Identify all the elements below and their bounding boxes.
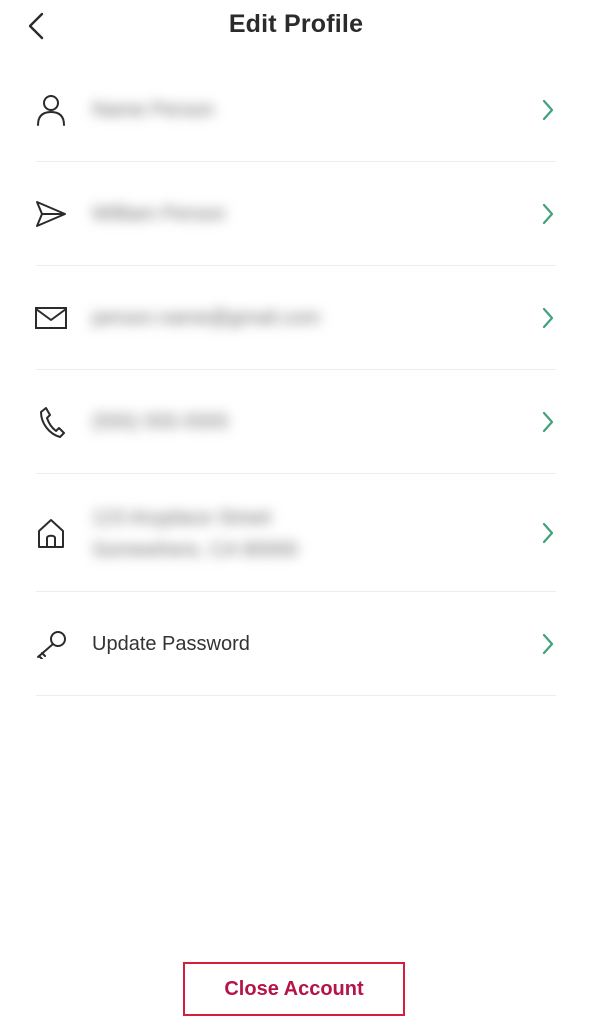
- chevron-right-icon: [538, 96, 558, 124]
- chevron-right-icon: [538, 304, 558, 332]
- close-account-label: Close Account: [224, 977, 364, 1000]
- chevron-right-icon: [538, 519, 558, 547]
- person-icon: [32, 91, 70, 129]
- phone-icon: [32, 403, 70, 441]
- phone-value: (555) 555-5555: [92, 411, 229, 433]
- header: Edit Profile: [0, 0, 592, 56]
- profile-row-email[interactable]: person.name@gmail.com: [0, 266, 592, 370]
- profile-row-display-name[interactable]: William Person: [0, 162, 592, 266]
- close-account-button[interactable]: Close Account: [183, 962, 405, 1016]
- address-line-2: Somewhere, CA 90000: [92, 539, 298, 561]
- email-value: person.name@gmail.com: [92, 307, 321, 329]
- profile-row-phone[interactable]: (555) 555-5555: [0, 370, 592, 474]
- edit-profile-screen: Edit Profile Name Person William Person …: [0, 0, 592, 1024]
- display-name-value: William Person: [92, 203, 226, 225]
- update-password-label: Update Password: [92, 633, 250, 655]
- mail-icon: [32, 299, 70, 337]
- profile-row-address[interactable]: 123 Anyplace Street Somewhere, CA 90000: [0, 474, 592, 592]
- profile-row-update-password[interactable]: Update Password: [0, 592, 592, 696]
- address-value: 123 Anyplace Street Somewhere, CA 90000: [92, 502, 512, 566]
- name-value: Name Person: [92, 99, 215, 121]
- profile-fields-list: Name Person William Person person.name@g…: [0, 58, 592, 696]
- chevron-right-icon: [538, 408, 558, 436]
- chevron-right-icon: [538, 200, 558, 228]
- home-icon: [32, 514, 70, 552]
- address-line-1: 123 Anyplace Street: [92, 507, 272, 529]
- profile-row-name[interactable]: Name Person: [0, 58, 592, 162]
- chevron-right-icon: [538, 630, 558, 658]
- key-icon: [32, 625, 70, 663]
- page-title: Edit Profile: [228, 10, 364, 38]
- send-icon: [32, 195, 70, 233]
